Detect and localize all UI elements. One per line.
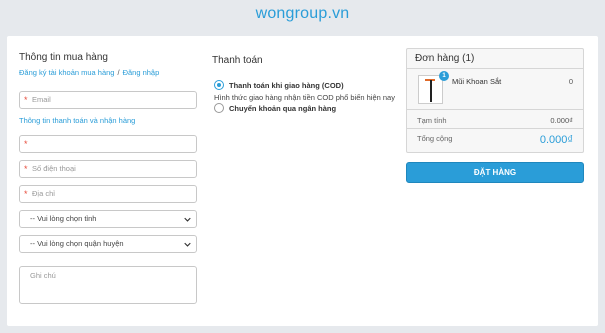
- drill-bit-shaft: [430, 80, 432, 102]
- account-links: Đăng ký tài khoản mua hàng / Đăng nhập: [19, 68, 197, 77]
- email-field[interactable]: * Email: [19, 91, 197, 109]
- email-placeholder: Email: [32, 95, 51, 104]
- payment-option-cod[interactable]: Thanh toán khi giao hàng (COD): [214, 80, 344, 90]
- link-separator: /: [117, 68, 120, 77]
- login-link[interactable]: Đăng nhập: [123, 68, 160, 77]
- full-name-field[interactable]: *: [19, 135, 197, 153]
- payment-heading: Thanh toán: [212, 55, 263, 66]
- customer-info-heading: Thông tin mua hàng: [19, 52, 108, 63]
- chevron-down-icon: [184, 217, 191, 222]
- order-heading: Đơn hàng (1): [407, 49, 583, 69]
- place-order-button[interactable]: ĐẶT HÀNG: [406, 162, 584, 183]
- quantity-badge: 1: [439, 71, 449, 81]
- payment-option-label: Thanh toán khi giao hàng (COD): [229, 80, 344, 90]
- phone-placeholder: Số điện thoại: [32, 164, 76, 173]
- product-name: Mũi Khoan Sắt: [452, 77, 502, 86]
- product-price: 0: [568, 77, 573, 86]
- total-label: Tổng cộng: [417, 134, 453, 143]
- radio-unselected-icon[interactable]: [214, 103, 224, 113]
- address-placeholder: Địa chỉ: [32, 189, 55, 198]
- register-link[interactable]: Đăng ký tài khoản mua hàng: [19, 68, 114, 77]
- subtotal-value: 0.000₫: [550, 116, 573, 125]
- site-title[interactable]: wongroup.vn: [0, 5, 605, 23]
- product-thumbnail: [418, 75, 443, 104]
- note-placeholder: Ghi chú: [30, 271, 56, 280]
- province-select[interactable]: -- Vui lòng chọn tỉnh: [19, 210, 197, 228]
- note-textarea[interactable]: Ghi chú: [19, 266, 197, 304]
- district-select[interactable]: -- Vui lòng chọn quận huyện: [19, 235, 197, 253]
- subtotal-label: Tạm tính: [417, 116, 447, 125]
- required-mark: *: [24, 95, 28, 105]
- required-mark: *: [24, 164, 28, 174]
- phone-field[interactable]: * Số điện thoại: [19, 160, 197, 178]
- payment-option-bank-transfer[interactable]: Chuyển khoản qua ngân hàng: [214, 103, 336, 113]
- order-summary: Đơn hàng (1) 1 Mũi Khoan Sắt 0 Tạm tính …: [406, 48, 584, 153]
- total-row: Tổng cộng 0.000₫: [407, 130, 583, 152]
- cod-description: Hình thức giao hàng nhận tiền COD phổ bi…: [214, 93, 395, 102]
- chevron-down-icon: [184, 242, 191, 247]
- required-mark: *: [24, 139, 28, 149]
- subtotal-row: Tạm tính 0.000₫: [407, 111, 583, 129]
- order-item: 1 Mũi Khoan Sắt 0: [407, 70, 583, 110]
- district-selected-value: -- Vui lòng chọn quận huyện: [30, 239, 124, 248]
- required-mark: *: [24, 189, 28, 199]
- address-field[interactable]: * Địa chỉ: [19, 185, 197, 203]
- payment-option-label: Chuyển khoản qua ngân hàng: [229, 103, 337, 113]
- shipping-info-heading: Thông tin thanh toán và nhận hàng: [19, 116, 136, 125]
- customer-info-section: Thông tin mua hàng Đăng ký tài khoản mua…: [19, 52, 197, 77]
- radio-selected-icon[interactable]: [214, 80, 224, 90]
- total-value: 0.000₫: [539, 134, 573, 146]
- province-selected-value: -- Vui lòng chọn tỉnh: [30, 214, 97, 223]
